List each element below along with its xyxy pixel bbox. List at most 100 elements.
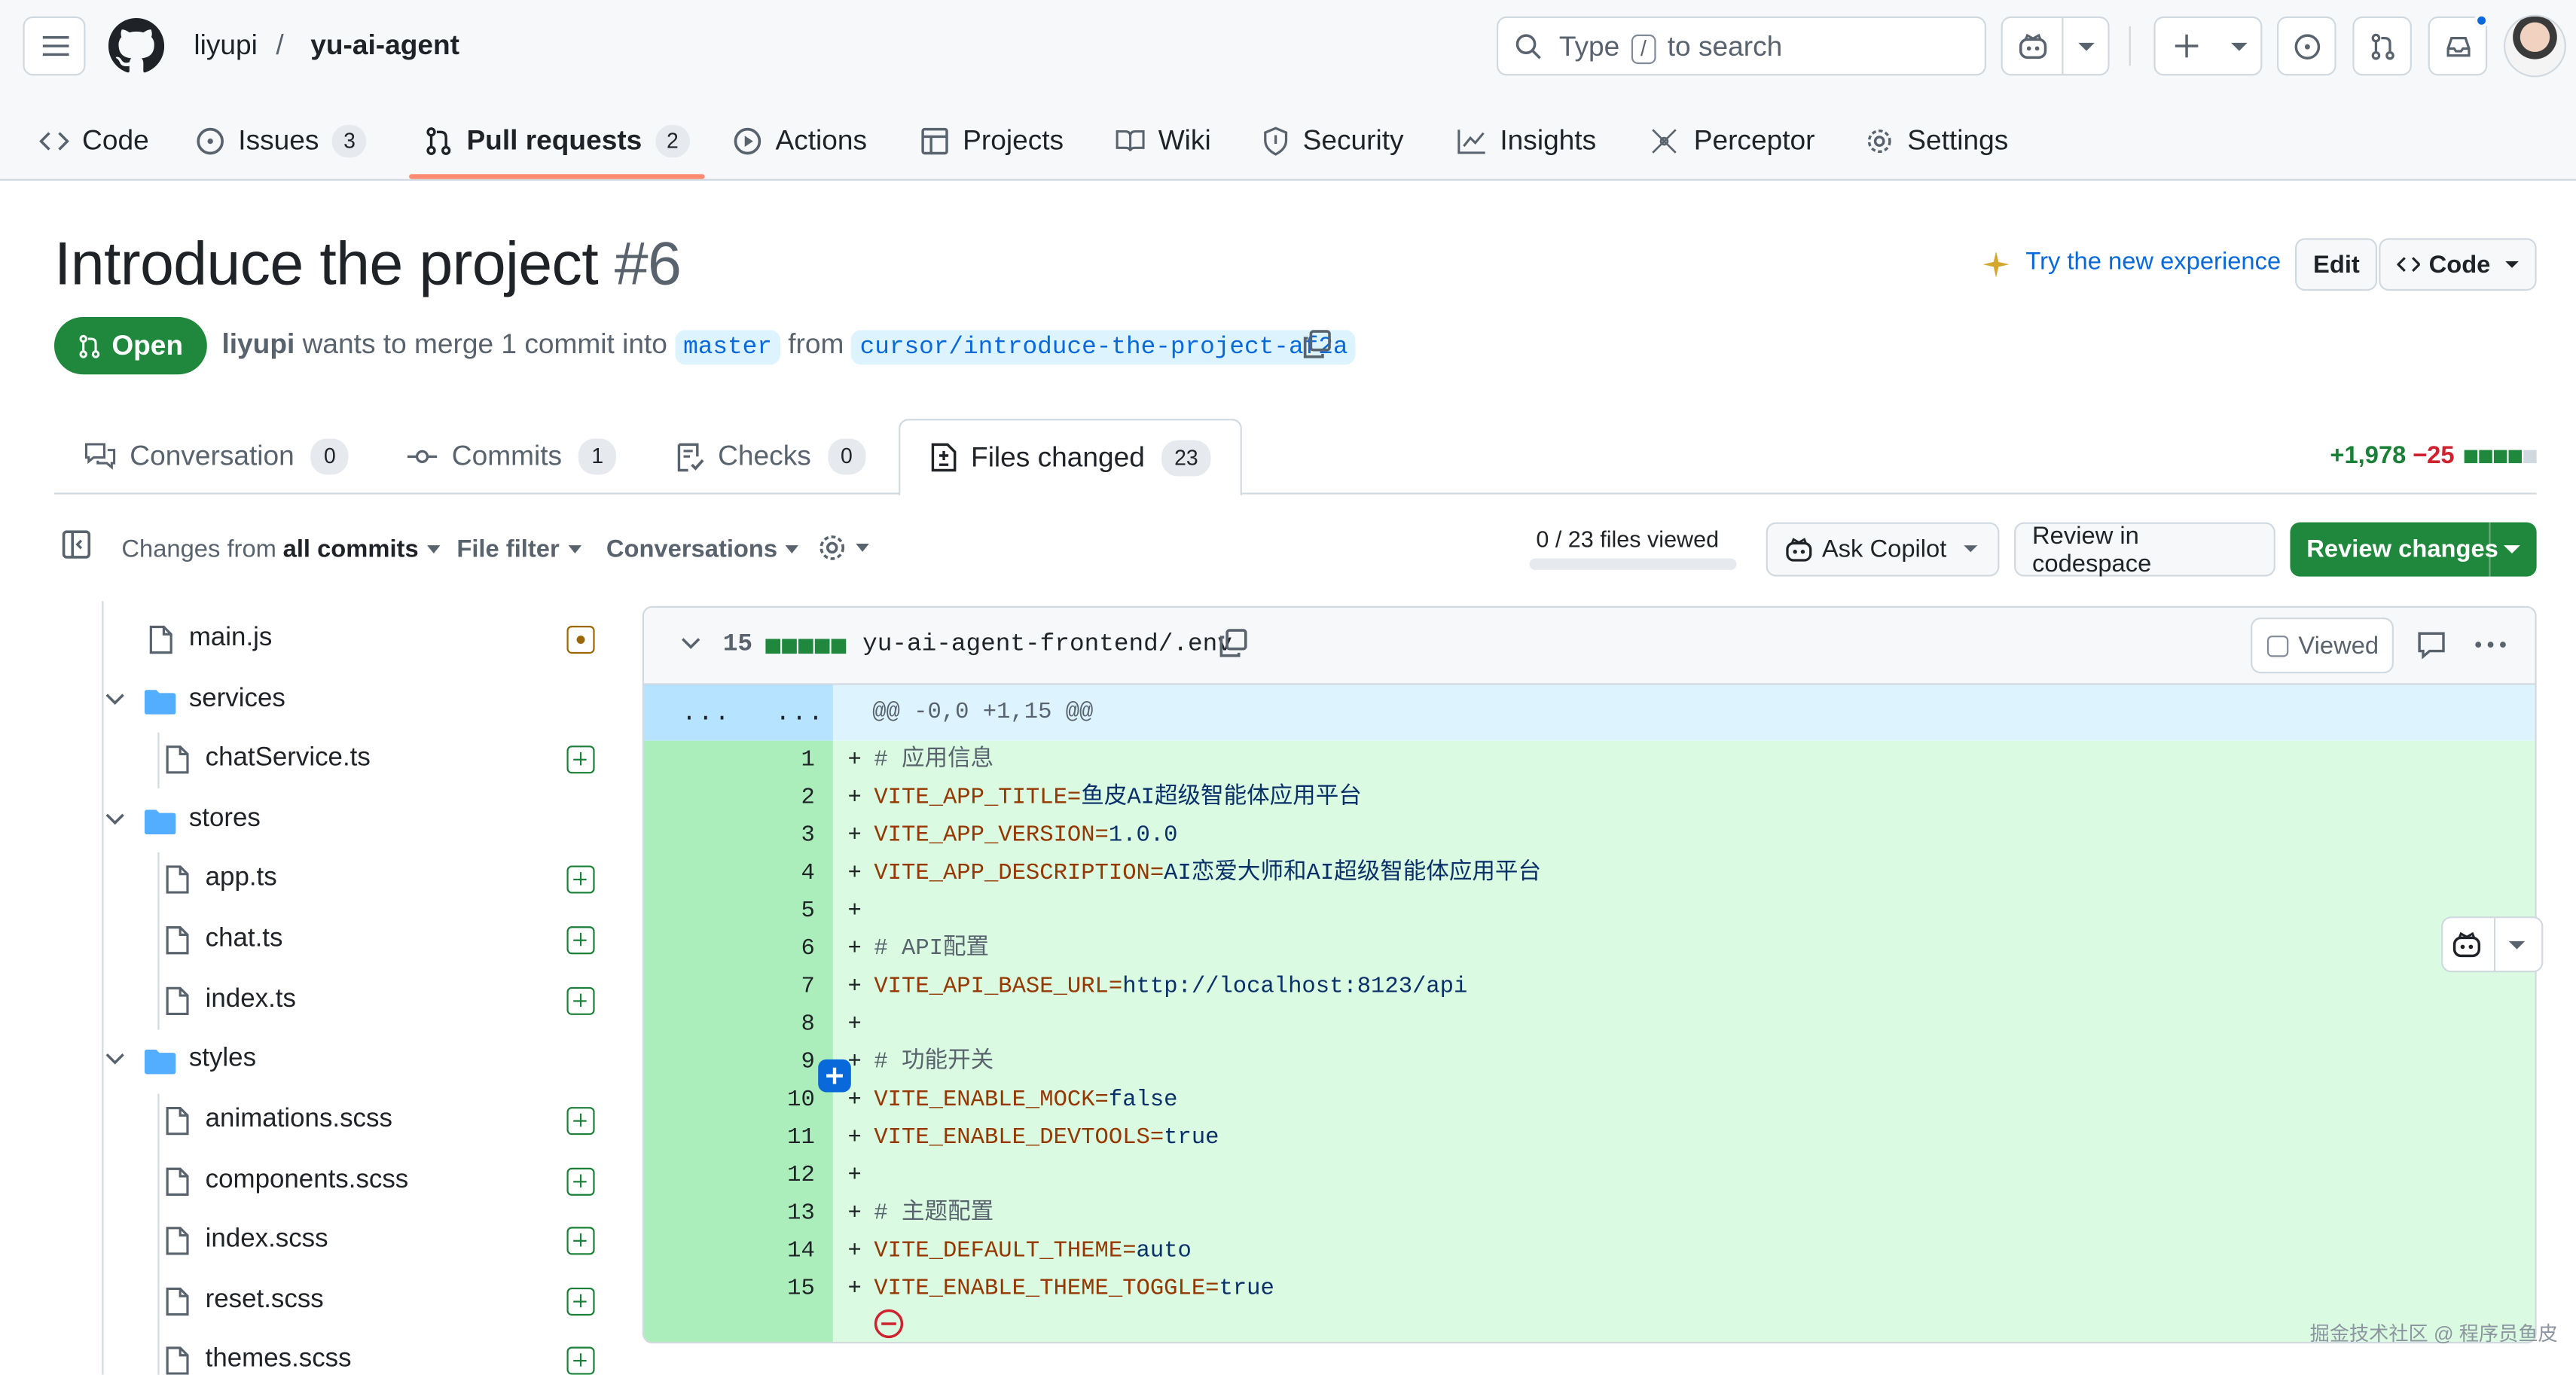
viewed-checkbox[interactable]: Viewed xyxy=(2251,617,2394,674)
diff-line[interactable]: 3 + VITE_APP_VERSION=1.0.0 xyxy=(644,818,2535,855)
tree-folder[interactable]: stores xyxy=(0,793,621,849)
tab-insights[interactable]: Insights xyxy=(1457,105,1596,178)
try-new-experience-link[interactable]: Try the new experience xyxy=(2025,248,2281,276)
diff-line[interactable]: 10 + VITE_ENABLE_MOCK=false xyxy=(644,1082,2535,1120)
create-new-button[interactable] xyxy=(2153,16,2263,76)
changes-from-dropdown[interactable]: Changes from all commits xyxy=(121,535,440,563)
tab-projects[interactable]: Projects xyxy=(920,105,1064,178)
tab-pull-requests[interactable]: Pull requests 2 xyxy=(424,105,691,178)
diff-line[interactable]: 13 + # 主题配置 xyxy=(644,1196,2535,1233)
add-line-comment-button[interactable] xyxy=(818,1059,851,1093)
tree-file[interactable]: main.js xyxy=(0,613,621,669)
tab-actions[interactable]: Actions xyxy=(733,105,867,178)
tab-files-changed[interactable]: Files changed 23 xyxy=(899,419,1243,496)
tab-code[interactable]: Code xyxy=(39,105,149,178)
diff-line[interactable]: 4 + VITE_APP_DESCRIPTION=AI恋爱大师和AI超级智能体应用平… xyxy=(644,855,2535,893)
line-number[interactable]: 3 xyxy=(743,818,815,855)
edit-button[interactable]: Edit xyxy=(2295,238,2378,291)
tab-security[interactable]: Security xyxy=(1262,105,1404,178)
line-number[interactable]: 12 xyxy=(743,1158,815,1196)
tab-checks[interactable]: Checks 0 xyxy=(675,419,866,494)
diff-line[interactable]: 5 + xyxy=(644,894,2535,931)
line-number[interactable]: 1 xyxy=(743,742,815,780)
tree-folder[interactable]: styles xyxy=(0,1033,621,1089)
github-logo-icon[interactable] xyxy=(108,17,165,74)
line-number[interactable]: 10 xyxy=(743,1082,815,1120)
review-in-codespace-button[interactable]: Review in codespace xyxy=(2014,522,2275,578)
diff-line[interactable]: 12 + xyxy=(644,1158,2535,1196)
diff-line[interactable]: 14 + VITE_DEFAULT_THEME=auto xyxy=(644,1233,2535,1271)
tree-file[interactable]: reset.scss xyxy=(0,1275,621,1331)
line-number[interactable]: 6 xyxy=(743,931,815,969)
expand-down-button[interactable]: ... xyxy=(775,700,824,727)
issues-button[interactable] xyxy=(2277,16,2336,76)
tab-wiki[interactable]: Wiki xyxy=(1116,105,1211,178)
line-number[interactable]: 11 xyxy=(743,1120,815,1158)
copy-icon[interactable] xyxy=(1301,328,1332,359)
file-filter-dropdown[interactable]: File filter xyxy=(456,535,581,563)
changed-lines-count: 15 xyxy=(722,630,752,659)
tab-commits-label: Commits xyxy=(451,440,563,471)
tree-file[interactable]: app.ts xyxy=(0,852,621,908)
diff-line[interactable]: 9 + # 功能开关 xyxy=(644,1044,2535,1082)
sidebar-toggle-icon[interactable] xyxy=(61,529,92,559)
kebab-horizontal-icon[interactable] xyxy=(2474,641,2507,649)
search-input[interactable]: Type / to search xyxy=(1497,16,1986,76)
chevron-down-icon xyxy=(105,813,124,825)
diff-line[interactable]: 7 + VITE_API_BASE_URL=http://localhost:812… xyxy=(644,969,2535,1007)
diff-line[interactable]: 2 + VITE_APP_TITLE=鱼皮AI超级智能体应用平台 xyxy=(644,780,2535,818)
tree-file[interactable]: index.scss xyxy=(0,1214,621,1270)
line-number[interactable]: 7 xyxy=(743,969,815,1007)
review-changes-button[interactable]: Review changes xyxy=(2290,522,2537,577)
diff-line[interactable]: 6 + # API配置 xyxy=(644,931,2535,969)
copilot-menu-button[interactable] xyxy=(2001,16,2110,76)
tree-file[interactable]: chatService.ts xyxy=(0,733,621,788)
play-icon xyxy=(734,127,762,155)
tree-file[interactable]: index.ts xyxy=(0,974,621,1029)
line-number[interactable]: 5 xyxy=(743,894,815,931)
pr-author[interactable]: liyupi xyxy=(221,328,295,359)
conversations-dropdown[interactable]: Conversations xyxy=(606,535,799,563)
line-content: VITE_ENABLE_THEME_TOGGLE=true xyxy=(874,1271,1274,1309)
avatar[interactable] xyxy=(2504,14,2566,78)
tree-file[interactable]: chat.ts xyxy=(0,913,621,969)
breadcrumb-owner[interactable]: liyupi xyxy=(194,29,258,62)
diff-line[interactable]: 1 + # 应用信息 xyxy=(644,742,2535,780)
pull-requests-button[interactable] xyxy=(2352,16,2412,76)
tree-file[interactable]: components.scss xyxy=(0,1154,621,1210)
line-number[interactable]: 4 xyxy=(743,855,815,893)
expand-up-button[interactable]: ... xyxy=(682,700,731,727)
menu-button[interactable] xyxy=(23,16,86,76)
head-branch[interactable]: cursor/introduce-the-project-af2a xyxy=(851,330,1357,365)
base-branch[interactable]: master xyxy=(675,330,780,365)
tab-issues[interactable]: Issues 3 xyxy=(196,105,368,178)
line-number[interactable]: 8 xyxy=(743,1007,815,1044)
tab-settings[interactable]: Settings xyxy=(1865,105,2008,178)
tree-file[interactable]: themes.scss xyxy=(0,1334,621,1375)
diff-file-name[interactable]: yu-ai-agent-frontend/.env xyxy=(862,631,1232,659)
tab-conversation[interactable]: Conversation 0 xyxy=(84,419,349,494)
diff-line[interactable]: 8 + xyxy=(644,1007,2535,1044)
diff-line[interactable]: 15 + VITE_ENABLE_THEME_TOGGLE=true xyxy=(644,1271,2535,1309)
line-number[interactable]: 14 xyxy=(743,1233,815,1271)
code-dropdown-button[interactable]: Code xyxy=(2379,238,2537,291)
tree-folder[interactable]: services xyxy=(0,673,621,729)
tab-perceptor[interactable]: Perceptor xyxy=(1648,105,1814,178)
comment-icon[interactable] xyxy=(2416,631,2446,660)
tree-file[interactable]: animations.scss xyxy=(0,1094,621,1150)
search-suffix: to search xyxy=(1667,31,1783,62)
ask-copilot-button[interactable]: Ask Copilot xyxy=(1766,522,2000,577)
line-number[interactable]: 9 xyxy=(743,1044,815,1082)
line-number[interactable]: 2 xyxy=(743,780,815,818)
breadcrumb-repo[interactable]: yu-ai-agent xyxy=(310,29,459,62)
diff-settings-dropdown[interactable] xyxy=(816,532,869,563)
chevron-down-icon[interactable] xyxy=(680,637,701,650)
gear-icon xyxy=(1867,130,1891,154)
issue-opened-icon xyxy=(197,127,224,155)
line-number[interactable]: 13 xyxy=(743,1196,815,1233)
line-number[interactable]: 15 xyxy=(743,1271,815,1309)
diff-line[interactable]: 11 + VITE_ENABLE_DEVTOOLS=true xyxy=(644,1120,2535,1158)
copy-icon[interactable] xyxy=(1217,627,1248,658)
tab-commits[interactable]: Commits 1 xyxy=(406,419,617,494)
copilot-line-actions[interactable] xyxy=(2441,916,2544,973)
